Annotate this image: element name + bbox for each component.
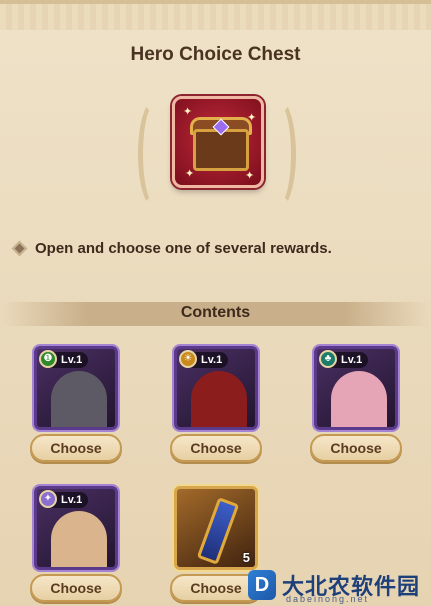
hero-portrait [331, 371, 387, 427]
sparkle-icon: ✦ [183, 106, 193, 118]
right-arc-decoration [262, 99, 296, 209]
dialog-title: Hero Choice Chest [130, 44, 301, 65]
watermark-logo-icon: D [248, 570, 276, 600]
nature-faction-icon: ❶ [39, 350, 57, 368]
reward-hero-card-1[interactable]: Lv.1 ❶ [34, 346, 118, 430]
reward-hero-card-4[interactable]: Lv.1 ✦ [34, 486, 118, 570]
hero-portrait [51, 511, 107, 567]
choose-button-2[interactable]: Choose [170, 434, 262, 462]
reward-item-card-5[interactable]: 5 [174, 486, 258, 570]
forest-faction-icon: ♣ [319, 350, 337, 368]
description-row: Open and choose one of several rewards. [11, 240, 424, 257]
description-text: Open and choose one of several rewards. [35, 240, 332, 257]
hero-portrait [191, 371, 247, 427]
watermark-subtext: dabeinong.net [286, 594, 370, 604]
contents-label: Contents [180, 304, 251, 321]
sun-faction-icon: ☀ [179, 350, 197, 368]
gear-item-icon [196, 497, 240, 565]
choose-button-4[interactable]: Choose [30, 574, 122, 602]
diamond-bullet-icon [11, 240, 28, 257]
sparkle-icon: ✦ [245, 170, 255, 182]
reward-hero-card-2[interactable]: Lv.1 ☀ [174, 346, 258, 430]
top-ornament [0, 4, 431, 30]
chest-icon: ✦ ✦ ✦ ✦ [172, 96, 264, 188]
choose-button-3[interactable]: Choose [310, 434, 402, 462]
star-faction-icon: ✦ [39, 490, 57, 508]
left-arc-decoration [138, 99, 172, 209]
hero-portrait [51, 371, 107, 427]
hero-choice-chest-dialog: Hero Choice Chest ✦ ✦ ✦ ✦ Open and choos… [0, 0, 431, 606]
reward-hero-card-3[interactable]: Lv.1 ♣ [314, 346, 398, 430]
choose-button-1[interactable]: Choose [30, 434, 122, 462]
